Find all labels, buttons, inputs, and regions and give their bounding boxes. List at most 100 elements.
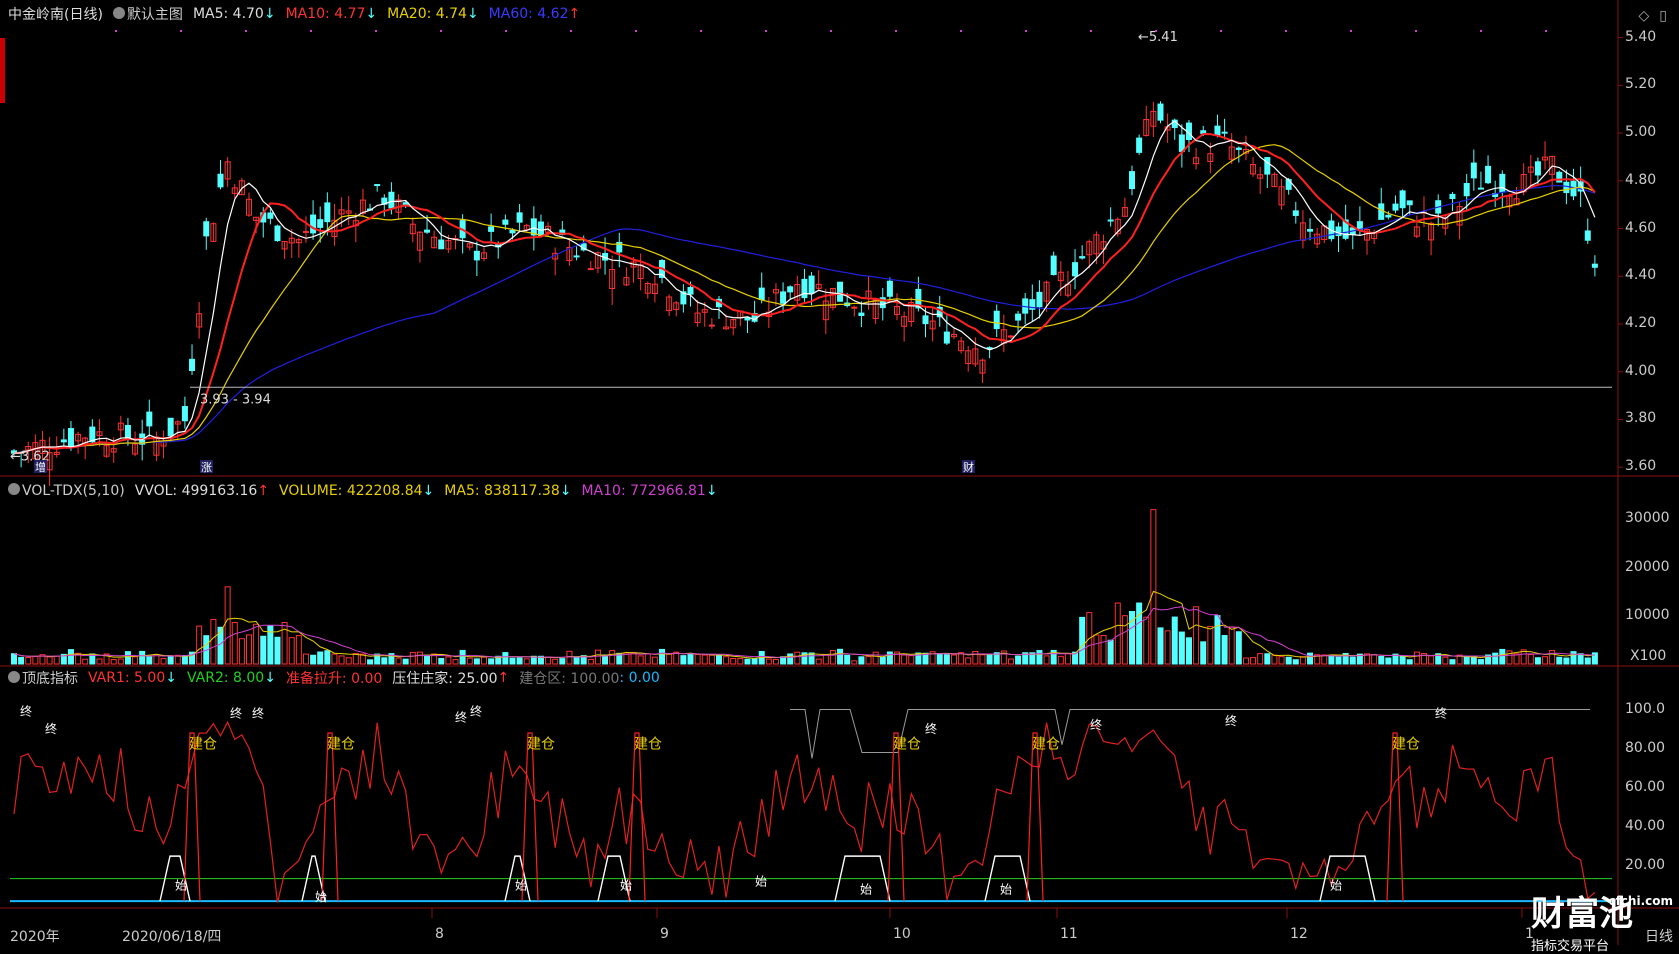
volume-bar [53, 655, 60, 665]
candle-body [1563, 181, 1570, 194]
volume-bar [594, 649, 601, 665]
volume-bar [424, 654, 431, 665]
candle-body [167, 417, 174, 437]
volume-tick: 20000 [1625, 558, 1670, 575]
date-label: 2020/06/18/四 [122, 929, 222, 945]
top-dot [1025, 30, 1027, 32]
chart-canvas[interactable]: 3.93 - 3.94←3.62←5.41增涨财建仓 建仓 建仓 建仓 建仓 建仓 建仓终终… [0, 0, 1679, 950]
volume-bar [139, 650, 146, 665]
top-dot [895, 30, 897, 32]
candle-body [1107, 219, 1114, 222]
top-dot [1090, 30, 1092, 32]
candle-body [1221, 131, 1228, 134]
indicator-tick: 60.00 [1625, 778, 1666, 795]
zhong-label: 终 [925, 721, 937, 736]
price-tick: 4.60 [1625, 219, 1657, 236]
candle-body [1499, 173, 1506, 193]
jiancang-label: 建仓 [527, 737, 555, 753]
shi-label: 始 [1330, 878, 1342, 892]
price-tick: 5.40 [1625, 28, 1657, 45]
volume-bar [1442, 656, 1449, 665]
volume-bar [1499, 648, 1506, 665]
shi-label: 始 [1000, 882, 1012, 896]
volume-bar [1299, 656, 1306, 665]
volume-bar [744, 658, 751, 665]
volume-bar [1534, 657, 1541, 665]
period-tab[interactable]: 日线 [1645, 926, 1673, 946]
volume-bar [338, 655, 345, 665]
shi-label: 始 [620, 878, 632, 892]
volume-bar [1235, 631, 1242, 665]
volume-bar [302, 653, 309, 665]
volume-bar [1378, 655, 1385, 665]
volume-bar [480, 656, 487, 665]
volume-bar [1228, 626, 1235, 665]
volume-bar [1527, 654, 1534, 665]
shi-label: 始 [515, 878, 527, 892]
volume-bar [1178, 631, 1185, 665]
top-dot [440, 30, 442, 32]
volume-bar [1292, 659, 1299, 665]
candle-body [780, 291, 787, 304]
candle-body [1178, 134, 1185, 152]
candle-body [943, 331, 950, 344]
candle-body [502, 219, 509, 225]
volume-bar [381, 657, 388, 665]
volume-bar [715, 655, 722, 665]
volume-bar [1328, 654, 1335, 665]
candle-body [993, 310, 1000, 330]
volume-bar [445, 656, 452, 665]
volume-bar [367, 659, 374, 665]
candle-body [509, 229, 516, 234]
volume-bar [972, 650, 979, 665]
volume-bar [18, 656, 25, 665]
candle-body [267, 212, 274, 219]
volume-bar [979, 654, 986, 665]
volume-bar [245, 634, 252, 665]
volume-bar [82, 658, 89, 665]
volume-bar [865, 655, 872, 665]
volume-bar [1100, 635, 1107, 665]
volume-tick: 30000 [1625, 510, 1670, 527]
zhong-label: 终 [1090, 717, 1102, 732]
volume-bar [687, 653, 694, 665]
price-tick: 4.40 [1625, 267, 1657, 284]
volume-bar [837, 648, 844, 665]
jiancang-spike [183, 732, 201, 902]
jiancang-spike [321, 732, 339, 902]
volume-bar [950, 654, 957, 665]
date-label: 11 [1060, 926, 1078, 942]
candle-body [851, 306, 858, 309]
candle-body [808, 275, 815, 294]
top-dot [1415, 30, 1417, 32]
volume-bar [1577, 653, 1584, 665]
volume-bar [637, 655, 644, 665]
candle-body [473, 250, 480, 261]
candle-body [374, 184, 381, 187]
top-dot [1480, 30, 1482, 32]
price-tick: 4.80 [1625, 171, 1657, 188]
volume-bar [858, 656, 865, 665]
volume-bar [708, 654, 715, 665]
volume-bar [1428, 655, 1435, 665]
volume-bar [132, 656, 139, 665]
volume-bar [210, 618, 217, 665]
volume-bar [146, 656, 153, 665]
volume-bar [217, 626, 224, 665]
volume-bar [1449, 659, 1456, 665]
top-dot [570, 30, 572, 32]
candle-body [181, 406, 188, 422]
candle-body [801, 278, 808, 299]
candle-body [310, 214, 317, 234]
candle-body [60, 439, 67, 443]
volume-tick: 10000 [1625, 606, 1670, 623]
volume-bar [253, 623, 260, 665]
volume-bar [787, 653, 794, 665]
volume-bar [1136, 602, 1143, 665]
top-dot [180, 30, 182, 32]
candle-body [886, 280, 893, 297]
top-dot [765, 30, 767, 32]
top-dot [1220, 30, 1222, 32]
volume-bar [1549, 649, 1556, 665]
volume-bar [224, 586, 231, 665]
